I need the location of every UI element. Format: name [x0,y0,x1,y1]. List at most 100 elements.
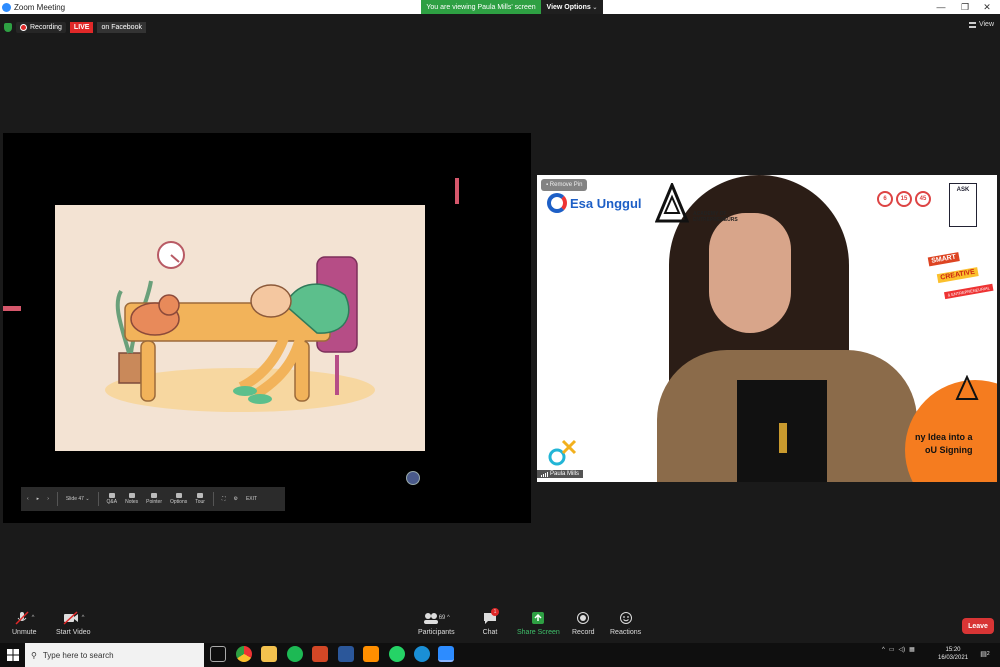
microphone-muted-icon [15,611,29,625]
chevron-up-icon[interactable]: ^ [30,615,35,621]
notification-icon: ▤ [980,651,987,658]
chrome-icon[interactable] [236,646,252,662]
slide-edge-mark [455,178,459,204]
record-icon [577,612,590,624]
notes-button[interactable]: Notes [125,493,138,505]
play-icon[interactable]: ▸ [37,496,40,502]
esa-ring-icon [547,193,567,213]
options-button[interactable]: Options [170,493,187,505]
participant-name-tag: Paula Mills [537,470,584,478]
divider [212,492,214,506]
window-title: Zoom Meeting [14,2,66,12]
pointer-button[interactable]: Pointer [146,493,162,505]
chat-button[interactable]: 1 Chat [482,608,499,636]
qa-button[interactable]: Q&A [107,493,117,505]
slide-edge-mark [3,306,21,311]
remove-pin-button[interactable]: ▪ Remove Pin [541,179,588,191]
ask-logo: ASK [949,183,977,227]
previous-slide-icon[interactable]: ‹ [27,496,29,502]
close-button[interactable]: ✕ [972,0,1000,14]
meeting-status-row: Recording LIVE on Facebook [4,19,146,35]
pointer-icon [151,493,158,498]
leave-button[interactable]: Leave [962,618,994,634]
taskbar-clock[interactable]: 15:20 16/03/2021 [938,646,968,662]
participants-icon [423,613,438,624]
unmute-button[interactable]: ^ Unmute [12,611,37,636]
divider [56,492,58,506]
share-screen-icon [532,612,545,624]
tour-button[interactable]: Tour [195,493,205,505]
windows-start-icon[interactable] [7,649,19,661]
record-dot-icon [20,23,27,31]
reactions-button[interactable]: Reactions [610,611,641,636]
options-icon [175,493,182,498]
chevron-up-icon[interactable]: ^ [445,615,450,621]
chevron-up-icon[interactable]: ^ [882,647,885,653]
academy-logo: ACADEMY OF ENTREPRENEURS [655,183,738,223]
chat-unread-badge: 1 [491,608,499,616]
edge-icon[interactable] [414,646,430,662]
qa-icon [108,493,115,498]
anniversary-badges: 6 15 45 [877,191,931,207]
zoom-taskbar-icon[interactable] [438,646,454,662]
triangle-logo-icon [955,375,979,400]
esa-unggul-logo: Esa Unggul [547,193,642,213]
view-options-button[interactable]: View Options ⌄ [541,0,603,14]
shield-icon[interactable] [4,22,12,32]
recording-indicator[interactable]: Recording [16,21,66,33]
record-button[interactable]: Record [572,611,595,636]
file-explorer-icon[interactable] [261,646,277,662]
powerpoint-icon[interactable] [312,646,328,662]
task-view-icon[interactable] [210,646,226,662]
pinned-participant-video[interactable]: ▪ Remove Pin Esa Unggul ACADEMY OF ENTREP… [537,175,997,482]
slide-selector[interactable]: Slide 47 ⌄ [66,496,90,502]
orange-app-icon[interactable] [363,646,379,662]
chevron-up-icon[interactable]: ^ [80,615,85,621]
smart-creative-logo: SMART CREATIVE & ENTREPRENEURIAL [927,240,994,300]
view-button[interactable]: View [968,21,994,28]
notes-icon [128,493,135,498]
info-icon [197,493,204,498]
grid-view-icon [968,21,976,28]
meeting-toolbar [0,608,1000,643]
presenter-avatar[interactable] [406,471,420,485]
network-icon[interactable]: ▭ [889,646,895,653]
spotify-icon[interactable] [287,646,303,662]
system-tray: ^ ▭ ◁) ▦ [882,646,915,654]
notifications-button[interactable]: ▤ 2 [978,647,992,661]
presentation-slide [55,205,425,451]
share-banner-text: You are viewing Paula Mills' screen [421,0,541,14]
participants-count: 69 [438,615,446,621]
exit-button[interactable]: EXIT [246,496,257,502]
badge: 45 [915,191,931,207]
chevron-down-icon: ⌄ [590,4,598,11]
signal-strength-icon [541,471,548,477]
live-platform-label: on Facebook [97,21,146,33]
share-screen-button[interactable]: Share Screen [517,611,560,636]
keyboard-icon[interactable]: ▦ [909,646,915,653]
triangle-logo-icon [655,183,689,223]
participants-button[interactable]: 69 ^ Participants [418,611,455,636]
search-icon: ⚲ [31,650,37,660]
start-video-button[interactable]: ^ Start Video [56,611,91,636]
live-badge[interactable]: LIVE [69,21,94,33]
word-icon[interactable] [338,646,354,662]
fullscreen-icon[interactable]: ⛶ [222,496,226,502]
divider [97,492,99,506]
gear-icon[interactable]: ⚙ [233,496,237,502]
badge: 6 [877,191,893,207]
smiley-icon [619,612,632,624]
video-off-icon [63,611,79,625]
colorful-logo-icon [548,439,577,466]
volume-icon[interactable]: ◁) [899,646,906,653]
whatsapp-icon[interactable] [389,646,405,662]
participant-face [709,213,791,333]
badge: 15 [896,191,912,207]
zoom-app-icon [2,2,11,12]
shared-screen[interactable]: ‹ ▸ › Slide 47 ⌄ Q&A Notes Pointer Optio… [3,133,531,523]
backdrop-slogan: ny Idea into a oU Signing [915,432,973,455]
slideshow-control-bar: ‹ ▸ › Slide 47 ⌄ Q&A Notes Pointer Optio… [21,487,285,511]
next-slide-icon[interactable]: › [47,496,49,502]
sleeping-worker-illustration [105,241,375,412]
taskbar-search-box[interactable]: ⚲ Type here to search [25,643,204,667]
